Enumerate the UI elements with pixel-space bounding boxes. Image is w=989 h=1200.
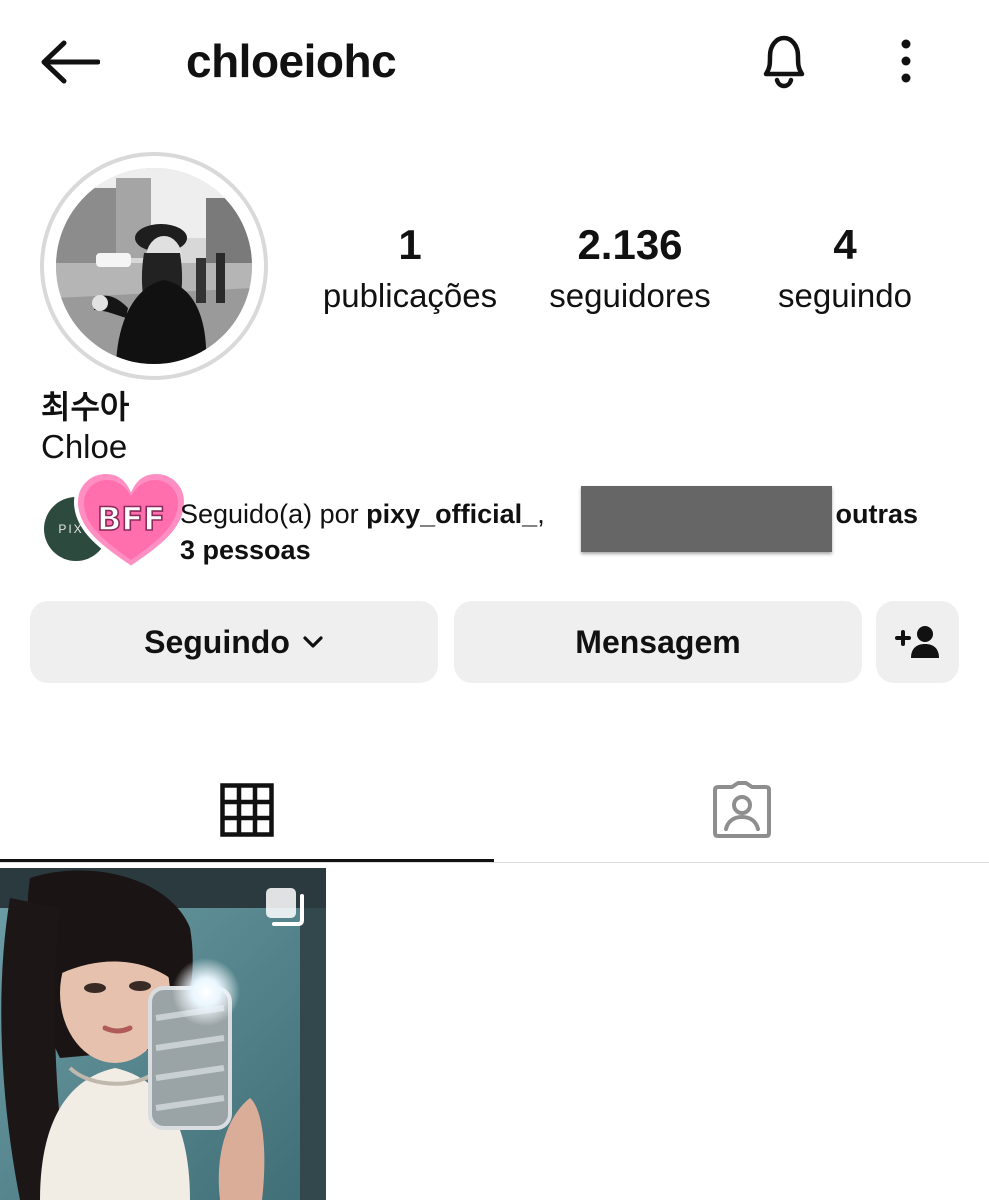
stat-posts-label: publicações bbox=[322, 277, 498, 314]
more-options-button[interactable] bbox=[886, 36, 926, 86]
profile-username: chloeiohc bbox=[186, 35, 397, 87]
followed-by-count: 3 pessoas bbox=[180, 535, 311, 565]
display-name: 최수아 bbox=[41, 389, 130, 425]
bell-icon bbox=[763, 35, 805, 89]
stat-following[interactable]: 4 seguindo bbox=[760, 222, 930, 324]
sticker-text: BFF bbox=[97, 500, 165, 538]
followed-by-separator: , bbox=[537, 499, 545, 529]
grid-icon bbox=[220, 783, 274, 837]
tagged-person-icon bbox=[712, 781, 771, 838]
followed-by-account[interactable]: pixy_official_ bbox=[366, 499, 537, 529]
stat-followers-count: 2.136 bbox=[577, 221, 683, 268]
avatar-photo bbox=[56, 168, 252, 364]
stat-followers-label: seguidores bbox=[549, 277, 711, 314]
more-vertical-icon bbox=[901, 39, 911, 83]
add-person-icon bbox=[894, 626, 939, 658]
stat-posts[interactable]: 1 publicações bbox=[310, 222, 510, 324]
followed-by-text[interactable]: Seguido(a) por pixy_official_, e outras … bbox=[180, 496, 960, 568]
redaction-box bbox=[581, 486, 832, 552]
notifications-button[interactable] bbox=[752, 28, 816, 92]
stat-posts-count: 1 bbox=[398, 221, 422, 268]
chevron-down-icon bbox=[302, 635, 324, 649]
profile-header: chloeiohc bbox=[0, 0, 989, 125]
suggested-accounts-button[interactable] bbox=[876, 601, 959, 683]
bio-text: Chloe bbox=[41, 428, 128, 465]
back-button[interactable] bbox=[40, 38, 104, 86]
tab-tagged[interactable] bbox=[494, 760, 989, 860]
followed-by-prefix: Seguido(a) por bbox=[180, 499, 367, 529]
following-button-label: Seguindo bbox=[144, 623, 290, 660]
multiple-photos-icon bbox=[264, 886, 308, 935]
stat-following-count: 4 bbox=[833, 221, 857, 268]
stat-followers[interactable]: 2.136 seguidores bbox=[530, 222, 730, 324]
tab-posts-grid[interactable] bbox=[0, 760, 494, 860]
tab-divider bbox=[0, 862, 989, 863]
message-button-label: Mensagem bbox=[575, 623, 741, 660]
arrow-left-icon bbox=[41, 40, 100, 84]
message-button[interactable]: Mensagem bbox=[454, 601, 862, 683]
profile-avatar[interactable] bbox=[40, 152, 268, 380]
bff-heart-sticker: BFF bbox=[72, 468, 190, 572]
stat-following-label: seguindo bbox=[778, 277, 912, 314]
following-button[interactable]: Seguindo bbox=[30, 601, 438, 683]
post-thumbnail[interactable] bbox=[0, 868, 326, 1200]
